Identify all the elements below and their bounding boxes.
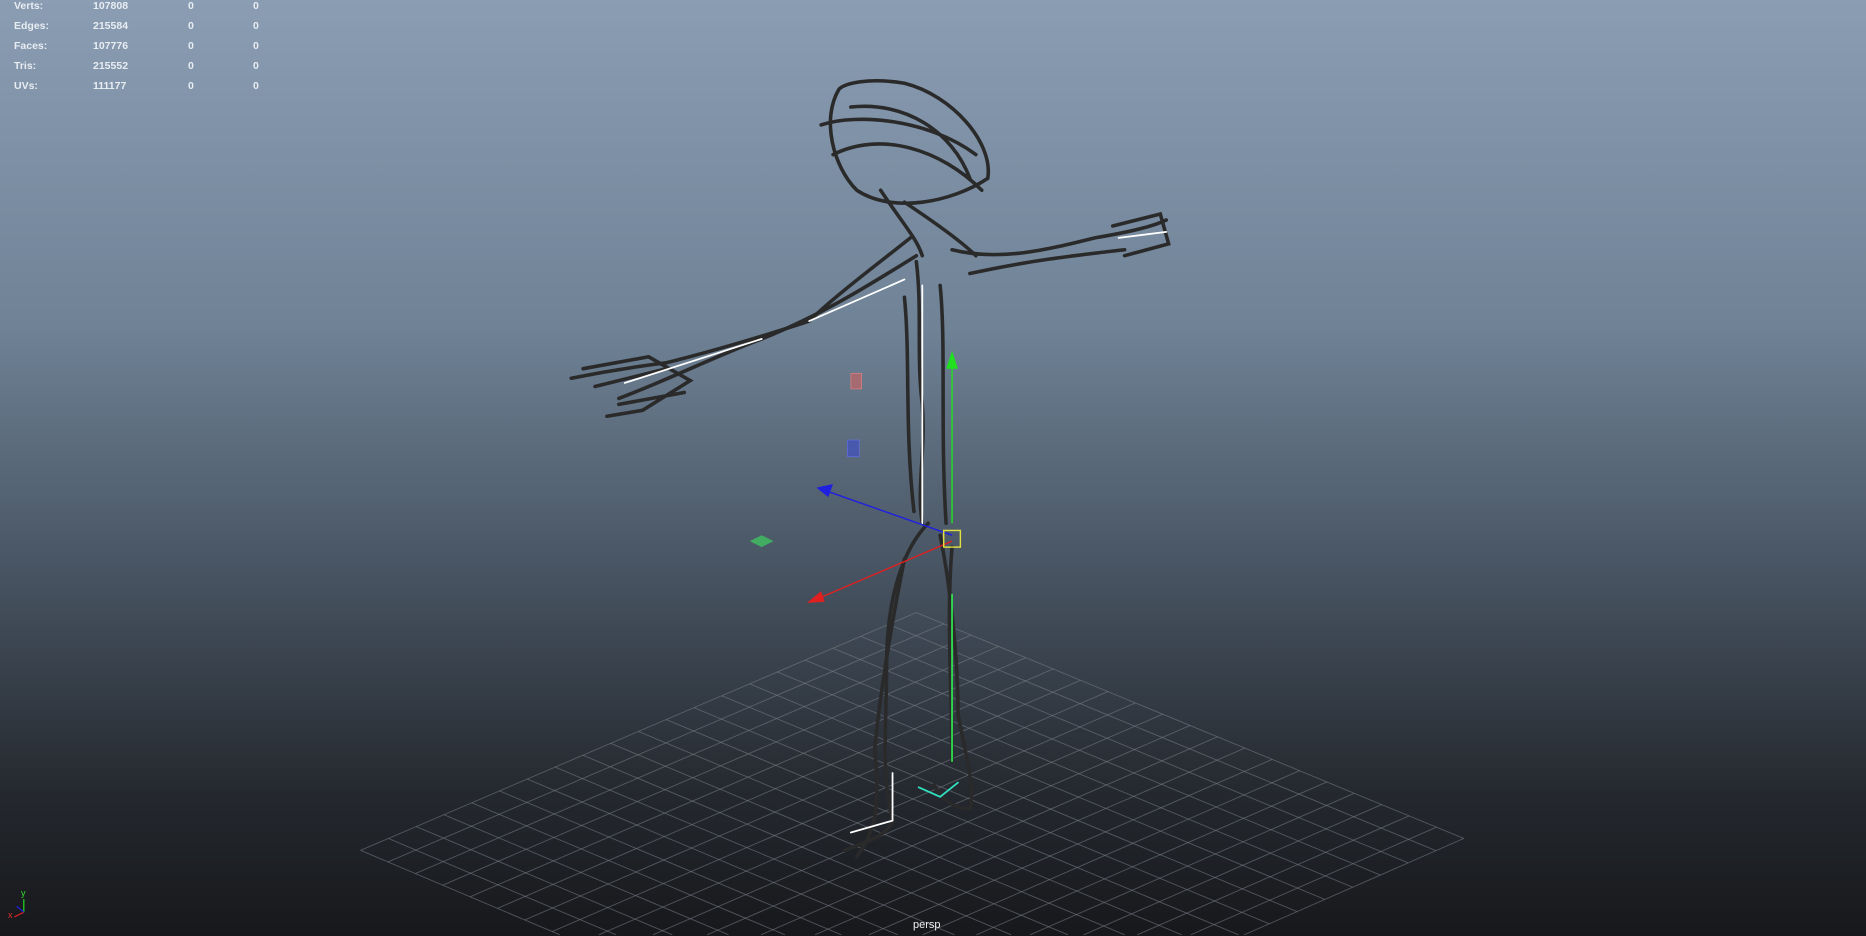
axis-x-label: x bbox=[8, 910, 13, 920]
grid-line bbox=[693, 707, 1239, 936]
grid-line bbox=[868, 758, 1273, 936]
hud-value: 215552 bbox=[93, 60, 129, 72]
grid-line bbox=[706, 725, 1191, 936]
hud-sel: 0 bbox=[188, 80, 194, 92]
hud-value: 111177 bbox=[93, 80, 127, 92]
hud-comp: 0 bbox=[253, 40, 259, 52]
hud-label: Faces: bbox=[14, 40, 48, 52]
grid-line bbox=[527, 778, 899, 936]
camera-label: persp bbox=[913, 919, 941, 931]
grid-line bbox=[888, 623, 1437, 852]
3d-viewport[interactable] bbox=[0, 0, 1866, 936]
grid-line bbox=[860, 635, 1409, 864]
grid-line bbox=[1243, 838, 1464, 936]
grid-line bbox=[388, 838, 617, 936]
grid-line bbox=[554, 766, 955, 936]
hud-comp: 0 bbox=[253, 20, 259, 32]
hud-label: Verts: bbox=[14, 0, 44, 12]
grid-line bbox=[415, 826, 673, 936]
grid-line bbox=[976, 781, 1328, 936]
grid-line bbox=[582, 754, 1012, 936]
grid-line bbox=[471, 802, 786, 936]
x-axis-arrow bbox=[806, 591, 825, 603]
xz-plane-handle bbox=[749, 535, 774, 548]
hud-comp: 0 bbox=[253, 80, 259, 92]
ground-grid bbox=[360, 612, 1464, 936]
hud-value: 107808 bbox=[93, 0, 129, 12]
grid-line bbox=[499, 790, 842, 936]
grid-line bbox=[814, 747, 1245, 936]
grid-line bbox=[1137, 815, 1410, 936]
axis-indicator bbox=[14, 899, 25, 918]
grid-line bbox=[610, 742, 1069, 936]
z-axis-arrow bbox=[816, 484, 834, 498]
viewport-panel: y x Verts: 107808 0 0 Edges: 215584 0 0 Faces: 10… bbox=[0, 0, 1866, 936]
grid-line bbox=[360, 849, 561, 936]
hud-sel: 0 bbox=[188, 40, 194, 52]
hud-comp: 0 bbox=[253, 60, 259, 72]
hud-value: 215584 bbox=[93, 20, 129, 32]
grid-line bbox=[652, 713, 1163, 936]
hud-sel: 0 bbox=[188, 20, 194, 32]
hud-label: Edges: bbox=[14, 20, 50, 32]
grid-line bbox=[1083, 804, 1382, 936]
hud-label: UVs: bbox=[14, 80, 38, 92]
character-mesh[interactable] bbox=[569, 79, 1171, 859]
hud-comp: 0 bbox=[253, 0, 259, 12]
transform-manipulator[interactable] bbox=[749, 350, 962, 603]
grid-line bbox=[1029, 792, 1355, 936]
yz-plane-handle bbox=[850, 373, 862, 390]
hud-label: Tris: bbox=[14, 60, 37, 72]
grid-line bbox=[1190, 826, 1437, 936]
hud-sel: 0 bbox=[188, 0, 194, 12]
grid-line bbox=[922, 770, 1300, 936]
axis-y-label: y bbox=[21, 888, 26, 898]
grid-line bbox=[916, 612, 1464, 839]
y-axis-arrow bbox=[946, 350, 958, 369]
hud-value: 107776 bbox=[93, 40, 129, 52]
hud-sel: 0 bbox=[188, 60, 194, 72]
xy-plane-handle bbox=[846, 439, 860, 458]
